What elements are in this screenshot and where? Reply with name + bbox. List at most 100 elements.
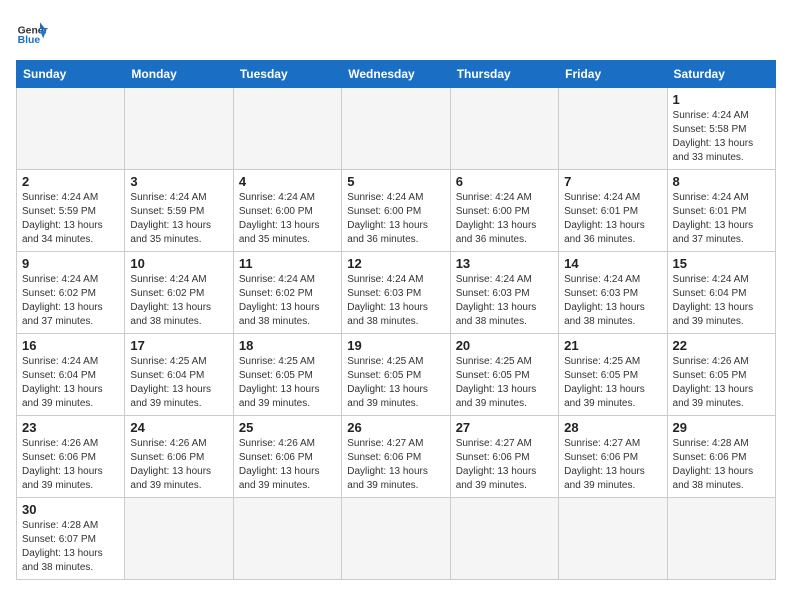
day-number: 3 xyxy=(130,174,227,189)
calendar-cell xyxy=(667,498,775,580)
day-info: Sunrise: 4:24 AM Sunset: 6:02 PM Dayligh… xyxy=(22,273,119,329)
calendar-cell xyxy=(17,88,125,170)
calendar-week-row: 16 Sunrise: 4:24 AM Sunset: 6:04 PM Dayli… xyxy=(17,334,776,416)
day-number: 30 xyxy=(22,502,119,517)
calendar-cell xyxy=(233,88,341,170)
calendar-cell: 16 Sunrise: 4:24 AM Sunset: 6:04 PM Dayli… xyxy=(17,334,125,416)
weekday-header-row: SundayMondayTuesdayWednesdayThursdayFrid… xyxy=(17,61,776,88)
day-number: 23 xyxy=(22,420,119,435)
day-info: Sunrise: 4:25 AM Sunset: 6:04 PM Dayligh… xyxy=(130,355,227,411)
calendar-week-row: 30Sunrise: 4:28 AM Sunset: 6:07 PM Dayli… xyxy=(17,498,776,580)
calendar-week-row: 2Sunrise: 4:24 AM Sunset: 5:59 PM Daylig… xyxy=(17,170,776,252)
calendar-cell: 5 Sunrise: 4:24 AM Sunset: 6:00 PM Daylig… xyxy=(342,170,450,252)
day-number: 19 xyxy=(347,338,444,353)
calendar-cell: 22 Sunrise: 4:26 AM Sunset: 6:05 PM Dayli… xyxy=(667,334,775,416)
weekday-header-thursday: Thursday xyxy=(450,61,558,88)
day-number: 14 xyxy=(564,256,661,271)
day-info: Sunrise: 4:25 AM Sunset: 6:05 PM Dayligh… xyxy=(456,355,553,411)
day-info: Sunrise: 4:24 AM Sunset: 6:04 PM Dayligh… xyxy=(22,355,119,411)
day-number: 7 xyxy=(564,174,661,189)
calendar-cell: 24 Sunrise: 4:26 AM Sunset: 6:06 PM Dayli… xyxy=(125,416,233,498)
weekday-header-friday: Friday xyxy=(559,61,667,88)
calendar-cell: 29Sunrise: 4:28 AM Sunset: 6:06 PM Dayli… xyxy=(667,416,775,498)
day-number: 8 xyxy=(673,174,770,189)
day-number: 10 xyxy=(130,256,227,271)
calendar-cell: 10 Sunrise: 4:24 AM Sunset: 6:02 PM Dayli… xyxy=(125,252,233,334)
day-info: Sunrise: 4:24 AM Sunset: 6:03 PM Dayligh… xyxy=(564,273,661,329)
calendar-cell: 4 Sunrise: 4:24 AM Sunset: 6:00 PM Daylig… xyxy=(233,170,341,252)
calendar-cell: 14 Sunrise: 4:24 AM Sunset: 6:03 PM Dayli… xyxy=(559,252,667,334)
day-info: Sunrise: 4:24 AM Sunset: 5:59 PM Dayligh… xyxy=(130,191,227,247)
calendar-cell: 2Sunrise: 4:24 AM Sunset: 5:59 PM Daylig… xyxy=(17,170,125,252)
day-info: Sunrise: 4:24 AM Sunset: 6:04 PM Dayligh… xyxy=(673,273,770,329)
calendar-week-row: 23 Sunrise: 4:26 AM Sunset: 6:06 PM Dayli… xyxy=(17,416,776,498)
page-header: General Blue xyxy=(16,16,776,48)
day-info: Sunrise: 4:24 AM Sunset: 6:00 PM Dayligh… xyxy=(239,191,336,247)
calendar-cell: 6Sunrise: 4:24 AM Sunset: 6:00 PM Daylig… xyxy=(450,170,558,252)
calendar-cell: 23Sunrise: 4:26 AM Sunset: 6:06 PM Dayli… xyxy=(17,416,125,498)
day-number: 1 xyxy=(673,92,770,107)
calendar-cell xyxy=(233,498,341,580)
day-number: 4 xyxy=(239,174,336,189)
day-number: 11 xyxy=(239,256,336,271)
calendar-cell xyxy=(342,498,450,580)
calendar-cell xyxy=(450,498,558,580)
weekday-header-tuesday: Tuesday xyxy=(233,61,341,88)
day-number: 28 xyxy=(564,420,661,435)
day-number: 16 xyxy=(22,338,119,353)
day-number: 24 xyxy=(130,420,227,435)
day-number: 6 xyxy=(456,174,553,189)
day-number: 9 xyxy=(22,256,119,271)
day-number: 22 xyxy=(673,338,770,353)
day-info: Sunrise: 4:24 AM Sunset: 6:02 PM Dayligh… xyxy=(130,273,227,329)
day-number: 12 xyxy=(347,256,444,271)
calendar-cell: 19 Sunrise: 4:25 AM Sunset: 6:05 PM Dayli… xyxy=(342,334,450,416)
logo-icon: General Blue xyxy=(16,16,48,48)
calendar-cell: 1 Sunrise: 4:24 AM Sunset: 5:58 PM Daylig… xyxy=(667,88,775,170)
day-number: 29 xyxy=(673,420,770,435)
day-info: Sunrise: 4:26 AM Sunset: 6:06 PM Dayligh… xyxy=(130,437,227,493)
day-number: 13 xyxy=(456,256,553,271)
calendar-week-row: 1 Sunrise: 4:24 AM Sunset: 5:58 PM Daylig… xyxy=(17,88,776,170)
day-number: 17 xyxy=(130,338,227,353)
weekday-header-wednesday: Wednesday xyxy=(342,61,450,88)
calendar-cell xyxy=(559,88,667,170)
calendar-cell: 21 Sunrise: 4:25 AM Sunset: 6:05 PM Dayli… xyxy=(559,334,667,416)
calendar-cell: 25Sunrise: 4:26 AM Sunset: 6:06 PM Dayli… xyxy=(233,416,341,498)
day-info: Sunrise: 4:27 AM Sunset: 6:06 PM Dayligh… xyxy=(347,437,444,493)
calendar-cell: 20 Sunrise: 4:25 AM Sunset: 6:05 PM Dayli… xyxy=(450,334,558,416)
calendar-cell xyxy=(125,88,233,170)
calendar-cell xyxy=(342,88,450,170)
calendar-cell: 7 Sunrise: 4:24 AM Sunset: 6:01 PM Daylig… xyxy=(559,170,667,252)
day-info: Sunrise: 4:24 AM Sunset: 5:59 PM Dayligh… xyxy=(22,191,119,247)
logo: General Blue xyxy=(16,16,48,48)
day-number: 15 xyxy=(673,256,770,271)
day-info: Sunrise: 4:26 AM Sunset: 6:06 PM Dayligh… xyxy=(239,437,336,493)
calendar-cell: 8 Sunrise: 4:24 AM Sunset: 6:01 PM Daylig… xyxy=(667,170,775,252)
day-number: 20 xyxy=(456,338,553,353)
calendar-cell: 17 Sunrise: 4:25 AM Sunset: 6:04 PM Dayli… xyxy=(125,334,233,416)
calendar-cell: 13Sunrise: 4:24 AM Sunset: 6:03 PM Dayli… xyxy=(450,252,558,334)
day-info: Sunrise: 4:25 AM Sunset: 6:05 PM Dayligh… xyxy=(564,355,661,411)
day-number: 21 xyxy=(564,338,661,353)
day-info: Sunrise: 4:24 AM Sunset: 6:01 PM Dayligh… xyxy=(564,191,661,247)
day-info: Sunrise: 4:25 AM Sunset: 6:05 PM Dayligh… xyxy=(347,355,444,411)
day-info: Sunrise: 4:26 AM Sunset: 6:05 PM Dayligh… xyxy=(673,355,770,411)
day-info: Sunrise: 4:24 AM Sunset: 6:00 PM Dayligh… xyxy=(347,191,444,247)
calendar-cell xyxy=(559,498,667,580)
calendar-cell: 28Sunrise: 4:27 AM Sunset: 6:06 PM Dayli… xyxy=(559,416,667,498)
day-number: 26 xyxy=(347,420,444,435)
calendar-cell: 11Sunrise: 4:24 AM Sunset: 6:02 PM Dayli… xyxy=(233,252,341,334)
calendar-cell: 26 Sunrise: 4:27 AM Sunset: 6:06 PM Dayli… xyxy=(342,416,450,498)
calendar-cell xyxy=(450,88,558,170)
calendar-week-row: 9 Sunrise: 4:24 AM Sunset: 6:02 PM Daylig… xyxy=(17,252,776,334)
day-info: Sunrise: 4:24 AM Sunset: 6:01 PM Dayligh… xyxy=(673,191,770,247)
day-number: 5 xyxy=(347,174,444,189)
calendar-table: SundayMondayTuesdayWednesdayThursdayFrid… xyxy=(16,60,776,580)
day-info: Sunrise: 4:27 AM Sunset: 6:06 PM Dayligh… xyxy=(456,437,553,493)
day-info: Sunrise: 4:24 AM Sunset: 6:03 PM Dayligh… xyxy=(347,273,444,329)
day-number: 18 xyxy=(239,338,336,353)
calendar-cell: 15 Sunrise: 4:24 AM Sunset: 6:04 PM Dayli… xyxy=(667,252,775,334)
day-info: Sunrise: 4:24 AM Sunset: 5:58 PM Dayligh… xyxy=(673,109,770,165)
weekday-header-saturday: Saturday xyxy=(667,61,775,88)
